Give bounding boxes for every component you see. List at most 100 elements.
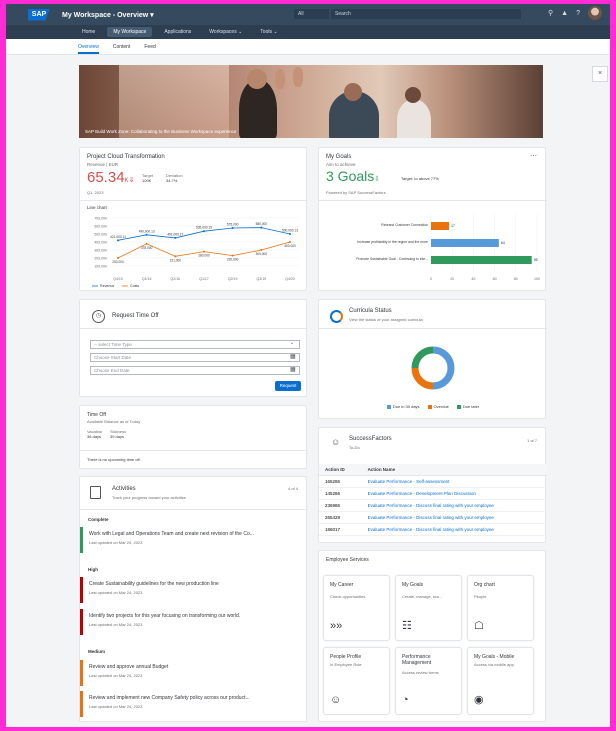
data-label: 378,000 bbox=[141, 246, 153, 250]
activities-card[interactable]: Activities Track your progress toward yo… bbox=[79, 476, 308, 722]
nav-home[interactable]: Home bbox=[76, 27, 101, 37]
search-icon[interactable]: ⚲ bbox=[548, 9, 553, 17]
end-calendar-icon[interactable]: ▦ bbox=[290, 366, 296, 373]
y-tick-label: 300,000 bbox=[94, 249, 107, 253]
activities-title: Activities bbox=[112, 486, 136, 492]
search-input[interactable]: Search bbox=[331, 9, 521, 19]
sickness-block: Sickness 39 days bbox=[110, 429, 127, 439]
project-card[interactable]: Project Cloud Transformation Revenue | E… bbox=[79, 147, 308, 291]
bar-category-label: Promote Sustainable Goal - Continuing to… bbox=[356, 257, 428, 261]
activity-item[interactable]: Review and approve annual Budget Last up… bbox=[80, 660, 308, 686]
bar-value-label: 64 bbox=[501, 241, 505, 245]
data-label: 200,000 bbox=[112, 260, 124, 264]
y-tick-label: 600,000 bbox=[94, 225, 107, 229]
gauge-icon: ◔ bbox=[402, 694, 409, 706]
nav-tools[interactable]: Tools ⌄ bbox=[254, 27, 283, 37]
data-point bbox=[231, 227, 234, 229]
user-avatar[interactable] bbox=[588, 6, 602, 20]
tab-content[interactable]: Content bbox=[113, 39, 131, 54]
data-point bbox=[203, 230, 205, 233]
time-off-title: Time Off bbox=[87, 412, 106, 418]
request-time-off-card[interactable]: ◷ Request Time Off -- select Time Type C… bbox=[79, 299, 308, 397]
data-point bbox=[117, 239, 119, 242]
x-tick-label: 60 bbox=[493, 277, 497, 281]
table-row[interactable]: 165286 Evaluate Performance - Self-assess… bbox=[319, 475, 547, 488]
start-date-input[interactable]: Choose Start Date bbox=[90, 353, 300, 362]
activity-item[interactable]: Work with Legal and Operations Team and … bbox=[80, 527, 308, 553]
activity-item[interactable]: Create Sustainability guidelines for the… bbox=[80, 577, 308, 603]
page-tabs: Overview Content Feed bbox=[6, 39, 610, 55]
close-icon[interactable]: × bbox=[592, 66, 608, 82]
request-time-off-title: Request Time Off bbox=[112, 313, 159, 319]
x-tick-label: Q2/19 bbox=[228, 277, 238, 281]
app-title[interactable]: My Workspace - Overview ▾ bbox=[62, 11, 154, 19]
x-tick-label: 100 bbox=[534, 277, 540, 281]
data-point bbox=[260, 226, 263, 229]
top-navigation: Home My Workspace Applications Workspace… bbox=[6, 25, 610, 39]
tile-my-goals[interactable]: My Goals Create, manage, sco... ☷ bbox=[395, 575, 462, 641]
activities-count[interactable]: 4 of 4 bbox=[288, 486, 298, 491]
tab-feed[interactable]: Feed bbox=[144, 39, 155, 54]
column-header-name[interactable]: Action Name bbox=[361, 464, 547, 476]
table-row[interactable]: 186017 Evaluate Performance - Discuss fin… bbox=[319, 523, 547, 536]
data-label: 580,000 bbox=[256, 222, 268, 226]
legend-label: Costs bbox=[130, 284, 139, 288]
donut-slice bbox=[411, 346, 434, 369]
activities-icon bbox=[90, 486, 101, 499]
donut-slice bbox=[411, 367, 434, 390]
goals-subtitle: Aim to achieve bbox=[326, 162, 356, 167]
data-label: 400,000 bbox=[284, 244, 296, 248]
line-chart: 700,000 600,000 500,000 400,000 300,000 200,0… bbox=[92, 217, 298, 288]
hero-banner: SAP Build Work Zone: Collaborating to th… bbox=[79, 65, 543, 138]
people-icon: ☺ bbox=[331, 437, 341, 447]
tile-performance-management[interactable]: Performance Management Access review for… bbox=[395, 647, 462, 715]
activity-item[interactable]: Identify two projects for this year focu… bbox=[80, 609, 308, 635]
start-calendar-icon[interactable]: ▦ bbox=[290, 353, 296, 360]
nav-workspaces[interactable]: Workspaces ⌄ bbox=[203, 27, 248, 37]
tab-overview[interactable]: Overview bbox=[78, 39, 99, 54]
table-row[interactable]: 265428 Evaluate Performance - Discuss fin… bbox=[319, 511, 547, 524]
chevron-down-icon[interactable]: ⌄ bbox=[290, 340, 294, 346]
data-label: 575,000 bbox=[227, 223, 239, 227]
bar-value-label: 17 bbox=[451, 224, 455, 228]
hero-caption: SAP Build Work Zone: Collaborating to th… bbox=[85, 129, 237, 134]
curricula-donut-chart bbox=[411, 346, 455, 390]
sap-logo[interactable]: SAP bbox=[28, 8, 50, 21]
column-header-id[interactable]: Action ID bbox=[319, 464, 362, 476]
activity-item[interactable]: Review and implement new Company Safety … bbox=[80, 691, 308, 717]
search-scope-select[interactable]: All bbox=[294, 9, 329, 19]
successfactors-title: SuccessFactors bbox=[349, 436, 392, 442]
data-label: 535,000.15 bbox=[196, 226, 212, 230]
x-tick-label: Q4/15 bbox=[113, 277, 123, 281]
no-time-off-note: There is no upcoming time off. bbox=[87, 457, 141, 462]
help-icon[interactable]: ? bbox=[576, 10, 580, 17]
x-tick-label: Q2/16 bbox=[171, 277, 181, 281]
tile-my-career[interactable]: My Career Check opportunities »» bbox=[323, 575, 390, 641]
tile-people-profile[interactable]: People Profile In Employee Role ☺ bbox=[323, 647, 390, 715]
bar-category-label: Rebrand Customer Connection bbox=[381, 223, 428, 227]
nav-my-workspace[interactable]: My Workspace bbox=[107, 27, 153, 37]
time-off-card[interactable]: Time Off Available Balance as of Today V… bbox=[79, 405, 308, 469]
nav-applications[interactable]: Applications bbox=[158, 27, 197, 37]
end-date-input[interactable]: Choose End Date bbox=[90, 366, 300, 375]
donut-slice bbox=[432, 346, 455, 390]
time-type-select[interactable]: -- select Time Type bbox=[90, 340, 300, 349]
more-icon[interactable]: ⋯ bbox=[530, 152, 537, 160]
curricula-subtitle: View the status of your assigned curricu… bbox=[349, 317, 423, 322]
data-label: 300,000 bbox=[256, 252, 268, 256]
x-tick-label: Q4/20 bbox=[285, 277, 295, 281]
tile-org-chart[interactable]: Org chart People ☖ bbox=[467, 575, 534, 641]
successfactors-card[interactable]: ☺ SuccessFactors To-Do 1 of 7 Action ID … bbox=[318, 427, 547, 543]
table-row[interactable]: 236986 Evaluate Performance - Discuss fin… bbox=[319, 499, 547, 512]
table-row[interactable]: 145286 Evaluate Performance - Development… bbox=[319, 487, 547, 500]
goals-bar-chart: 0 20 40 60 80 100 Rebrand Customer Connection 1… bbox=[356, 214, 540, 281]
x-tick-label: Q3/19 bbox=[257, 277, 267, 281]
curricula-card[interactable]: Curricula Status View the status of your… bbox=[318, 299, 547, 419]
data-label: 230,000 bbox=[227, 258, 239, 262]
notifications-icon[interactable]: ▲ bbox=[561, 10, 568, 17]
request-button[interactable]: Request bbox=[275, 381, 301, 391]
tile-my-goals-mobile[interactable]: My Goals - Mobile Access via mobile app … bbox=[467, 647, 534, 715]
project-kpi: 65.34K⇓ bbox=[87, 169, 135, 186]
successfactors-count[interactable]: 1 of 7 bbox=[527, 438, 537, 443]
goals-card[interactable]: My Goals Aim to achieve ⋯ 3 Goals⇩ Targe… bbox=[318, 147, 547, 291]
